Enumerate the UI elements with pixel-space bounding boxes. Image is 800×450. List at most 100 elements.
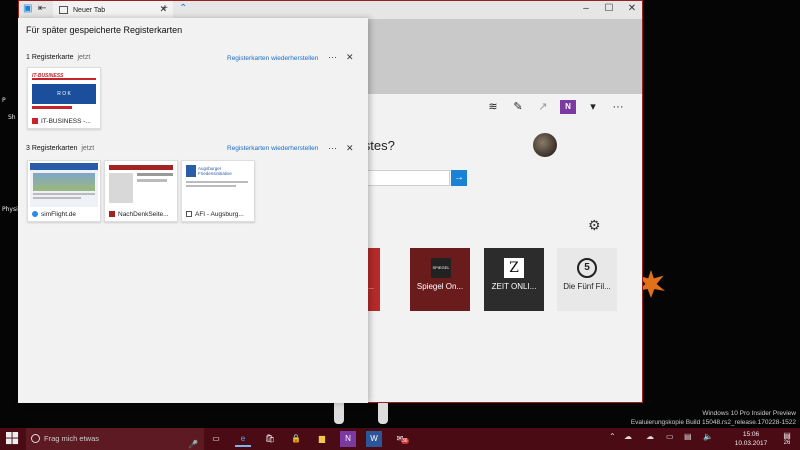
site-header: [30, 163, 98, 170]
task-view-icon[interactable]: ▭: [208, 431, 224, 447]
group-header: 3 Registerkarten jetzt: [26, 145, 94, 152]
site-line: [186, 181, 248, 183]
more-icon[interactable]: ···: [328, 52, 337, 62]
tabs-aside-panel: Für später gespeicherte Registerkarten 1…: [18, 18, 368, 403]
saved-tab-thumbnail[interactable]: NachDenkSeite...: [104, 160, 178, 222]
lock-icon[interactable]: 🔒: [288, 431, 304, 447]
store-icon[interactable]: 🛍: [262, 431, 278, 447]
favicon-icon: [32, 211, 38, 217]
chevron-up-icon[interactable]: ⌃: [609, 432, 616, 441]
clock[interactable]: 15:06 10.03.2017: [726, 430, 776, 448]
desktop-icon-label[interactable]: P: [2, 97, 6, 104]
more-icon[interactable]: ···: [328, 143, 337, 153]
site-banner: Augsburger Friedensinitiative: [198, 166, 232, 176]
maximize-button[interactable]: ☐: [602, 3, 616, 14]
close-icon[interactable]: ✕: [346, 143, 354, 154]
saved-tab-title: AFI - Augsburg...: [195, 211, 244, 218]
edge-icon[interactable]: e: [235, 431, 251, 447]
chevron-up-icon[interactable]: ⌃: [179, 3, 187, 14]
battery-icon[interactable]: ▭: [666, 432, 674, 441]
favicon-icon: [32, 118, 38, 124]
top-site-tile[interactable]: SPIEGEL Spiegel On...: [410, 248, 470, 311]
favicon-icon: [109, 211, 115, 217]
top-site-tile[interactable]: 5 Die Fünf Fil...: [557, 248, 617, 311]
saved-tab-caption: IT-BUSINESS -...: [32, 118, 91, 125]
site-header: [109, 165, 173, 170]
wallpaper-figure: [334, 400, 344, 424]
word-icon[interactable]: W: [366, 431, 382, 447]
site-banner: R O K: [32, 84, 96, 104]
saved-tab-title: IT-BUSINESS -...: [41, 118, 91, 125]
site-line: [186, 185, 236, 187]
pocket-icon[interactable]: ▾: [585, 100, 601, 114]
group-time: jetzt: [81, 145, 95, 152]
watermark-line: Evaluierungskopie Build 15048.rs2_releas…: [630, 419, 796, 426]
group-count: 3 Registerkarten: [26, 145, 78, 152]
desktop-icon-label[interactable]: Physi: [2, 206, 18, 213]
page-preview: IT-BUSINESS R O K: [30, 70, 98, 114]
search-placeholder: Frag mich etwas: [44, 434, 100, 443]
browser-toolbar: ≋ ✎ ↗ N ▾ ···: [485, 100, 626, 114]
taskbar: Frag mich etwas 🎤 ▭ e 🛍 🔒 ▆ N W ✉ 36 ⌃ ☁…: [0, 428, 800, 450]
cortana-search-box[interactable]: Frag mich etwas 🎤: [26, 428, 204, 450]
restore-tabs-link[interactable]: Registerkarten wiederherstellen: [227, 145, 318, 152]
page-icon: [59, 6, 68, 14]
group-count: 1 Registerkarte: [26, 54, 74, 61]
group-time: jetzt: [77, 54, 91, 61]
minimize-button[interactable]: –: [579, 3, 593, 14]
saved-tab-thumbnail[interactable]: IT-BUSINESS R O K IT-BUSINESS -...: [27, 67, 101, 129]
saved-tab-title: NachDenkSeite...: [118, 211, 169, 218]
desktop-icon-label[interactable]: Sh: [8, 114, 16, 121]
close-window-button[interactable]: ✕: [625, 3, 639, 14]
saved-tab-thumbnail[interactable]: simFlight.de: [27, 160, 101, 222]
saved-tab-caption: simFlight.de: [32, 211, 76, 218]
site-line: [33, 193, 95, 195]
saved-tab-thumbnail[interactable]: Augsburger Friedensinitiative AFI - Augs…: [181, 160, 255, 222]
spiegel-logo: SPIEGEL: [431, 258, 451, 278]
onenote-taskbar-icon[interactable]: N: [340, 431, 356, 447]
site-logo: IT-BUSINESS: [32, 72, 96, 80]
notification-count: 26: [783, 440, 791, 446]
saved-tab-caption: AFI - Augsburg...: [186, 211, 244, 218]
page-icon: [186, 211, 192, 217]
cloud-icon[interactable]: ☁: [646, 432, 654, 441]
fuenf-logo: 5: [577, 258, 597, 278]
windows-start-icon[interactable]: [6, 432, 19, 445]
tabs-aside-icon[interactable]: ▣: [23, 3, 32, 14]
restore-tabs-link[interactable]: Registerkarten wiederherstellen: [227, 55, 318, 62]
avatar[interactable]: [533, 133, 557, 157]
site-line: [137, 173, 173, 176]
more-icon[interactable]: ···: [610, 100, 626, 114]
desktop: P Sh Physi ▣ ⇤ Neuer Tab ✕ + ⌃ – ☐ ✕ ≋ ✎…: [0, 0, 800, 450]
set-tabs-aside-icon[interactable]: ⇤: [38, 3, 46, 14]
notification-icon: ▤: [783, 431, 791, 440]
watermark-line: Windows 10 Pro Insider Preview: [702, 410, 796, 417]
action-center-icon[interactable]: ▤ 26: [780, 431, 794, 447]
clock-date: 10.03.2017: [734, 440, 768, 447]
share-icon[interactable]: ↗: [535, 100, 551, 114]
search-go-button[interactable]: →: [451, 170, 467, 186]
network-icon[interactable]: ▤: [684, 432, 692, 441]
site-logo: [186, 165, 196, 177]
volume-icon[interactable]: 🔈: [703, 432, 713, 441]
page-preview: [107, 163, 175, 207]
new-tab-icon[interactable]: +: [162, 3, 168, 14]
tab-title: Neuer Tab: [73, 6, 106, 14]
gear-icon[interactable]: ⚙: [588, 217, 601, 234]
hub-icon[interactable]: ≋: [485, 100, 501, 114]
pen-icon[interactable]: ✎: [510, 100, 526, 114]
site-line: [33, 197, 81, 199]
file-explorer-icon[interactable]: ▆: [314, 431, 330, 447]
tab-new[interactable]: Neuer Tab ✕: [53, 1, 173, 19]
panel-title: Für später gespeicherte Registerkarten: [26, 25, 183, 35]
microphone-icon[interactable]: 🎤: [188, 434, 198, 450]
top-site-tile[interactable]: Z ZEIT ONLI...: [484, 248, 544, 311]
close-icon[interactable]: ✕: [346, 52, 354, 63]
zeit-logo: Z: [504, 258, 524, 278]
mail-badge: 36: [401, 438, 409, 444]
wallpaper-figure: [378, 400, 388, 424]
onenote-icon[interactable]: N: [560, 100, 576, 114]
cortana-icon: [31, 434, 40, 443]
site-sidebar: [109, 173, 133, 203]
onedrive-icon[interactable]: ☁: [624, 432, 632, 441]
